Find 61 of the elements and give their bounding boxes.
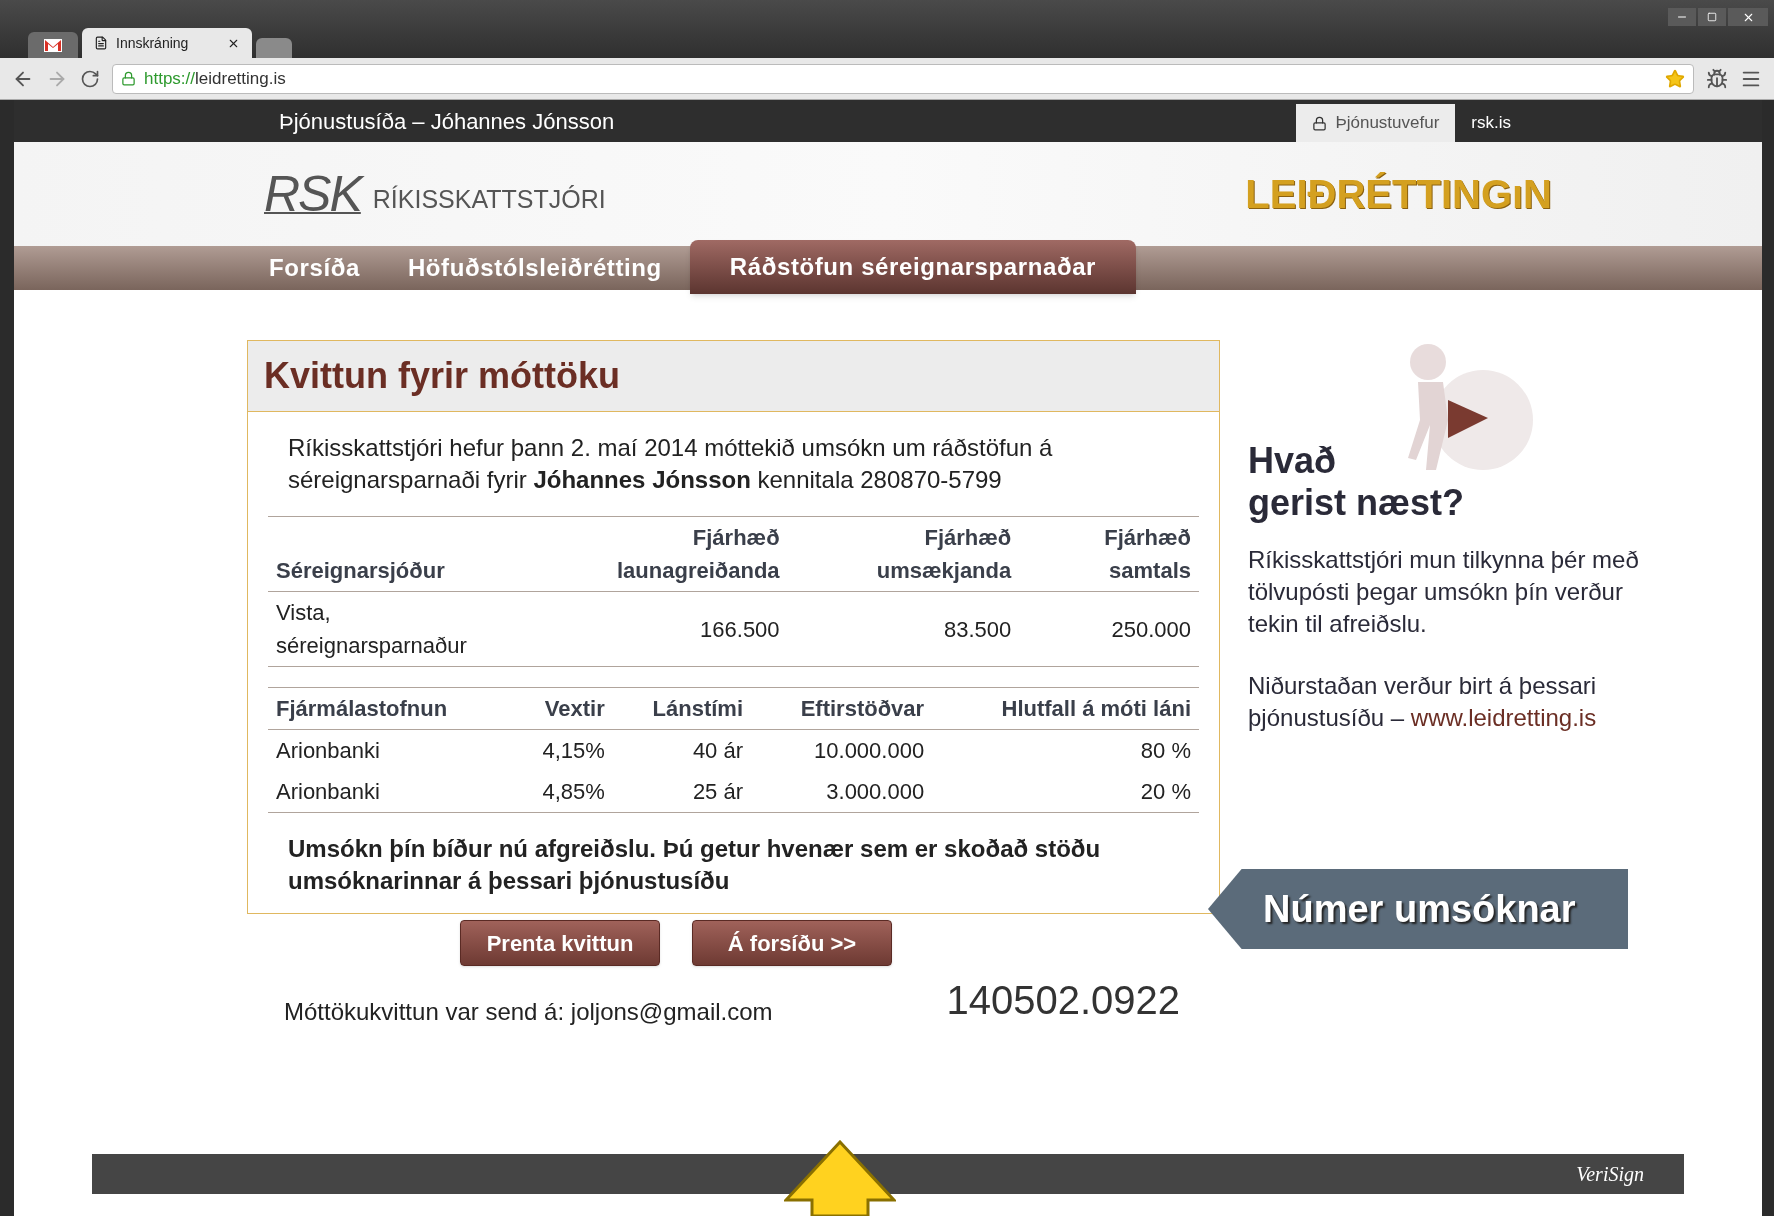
lock-icon xyxy=(1312,115,1328,131)
url-text: https://leidretting.is xyxy=(144,67,286,90)
table-cell: 83.500 xyxy=(787,591,1020,667)
table-cell: Arionbanki xyxy=(268,729,511,771)
tab-title: Innskráning xyxy=(116,33,190,53)
table-cell: Vista, séreignarsparnaður xyxy=(268,591,528,667)
column-header: Fjárhæð samtals xyxy=(1019,516,1199,592)
application-number: 140502.0922 xyxy=(946,977,1180,1024)
table-cell: 166.500 xyxy=(527,591,788,667)
page-icon xyxy=(94,36,108,50)
table-cell: 3.000.000 xyxy=(751,771,933,813)
email-note: Móttökukvittun var send á: joljons@gmail.com xyxy=(284,997,773,1027)
table-cell: 4,15% xyxy=(511,729,613,771)
minimize-button[interactable] xyxy=(1668,8,1696,26)
column-header: Fjárhæð umsækjanda xyxy=(787,516,1020,592)
maximize-button[interactable] xyxy=(1698,8,1726,26)
column-header: Fjárhæð launagreiðanda xyxy=(527,516,788,592)
column-header: Fjármálastofnun xyxy=(268,687,511,730)
intro-text: Ríkisskattstjóri hefur þann 2. maí 2014 móttekið umsókn um ráðstöfun á séreignarsparnaði fyrir Jóhannes Jónsson kennitala 280870-5799 xyxy=(287,433,1054,495)
column-header: Lánstími xyxy=(612,687,752,730)
banner-label: Númer umsóknar xyxy=(1208,869,1628,949)
extension-icon[interactable] xyxy=(1706,67,1728,90)
action-button[interactable]: Prenta kvittun xyxy=(460,920,660,966)
maximize-icon xyxy=(1707,12,1717,22)
site-title: Þjónustusíða – Jóhannes Jónsson xyxy=(279,107,615,136)
card-title: Kvittun fyrir móttöku xyxy=(264,354,621,398)
sidebar-paragraph: Ríkisskattstjóri mun tilkynna þér með tölvupósti þegar umsókn þín verður tekin til afreiðslu. xyxy=(1248,545,1640,639)
lock-icon xyxy=(121,71,136,86)
reload-icon[interactable] xyxy=(80,68,100,89)
nav-tab[interactable]: Ráðstöfun séreignarsparnaðar xyxy=(689,240,1137,294)
table-cell: 250.000 xyxy=(1019,591,1199,667)
brand-logo: LEIÐRÉTTINGıN xyxy=(1245,171,1552,218)
site-link[interactable]: www.leidretting.is xyxy=(1410,704,1597,731)
column-header: Hlutfall á móti láni xyxy=(932,687,1199,730)
footer-brand: VeriSign xyxy=(1576,1162,1644,1188)
table-cell: 4,85% xyxy=(511,771,613,813)
top-link[interactable]: Þjónustuvefur xyxy=(1296,104,1456,142)
table-cell: 40 ár xyxy=(612,729,752,771)
up-arrow-icon xyxy=(784,1140,896,1216)
table-cell: 10.000.000 xyxy=(751,729,933,771)
logo-name: RÍKISSKATTSTJÓRI xyxy=(372,184,606,216)
column-header: Séreignarsjóður xyxy=(268,516,528,592)
browser-tab[interactable] xyxy=(28,32,78,58)
action-button[interactable]: Á forsíðu >> xyxy=(692,920,892,966)
status-notice: Umsókn þín bíður nú afgreiðslu. Þú getur hvenær sem er skoðað stöðu umsóknarinnar á þessari þjónustusíðu xyxy=(287,834,1102,896)
nav-tab[interactable]: Höfuðstólsleiðrétting xyxy=(387,246,682,290)
table-cell: 25 ár xyxy=(612,771,752,813)
table-cell: Arionbanki xyxy=(268,771,511,813)
star-icon[interactable] xyxy=(1665,68,1685,89)
browser-tab[interactable]: Innskráning xyxy=(82,28,252,58)
nav-tab[interactable]: Forsíða xyxy=(249,246,380,290)
sidebar-heading: Hvað gerist næst? xyxy=(1248,440,1466,524)
top-link[interactable]: rsk.is xyxy=(1455,104,1527,142)
address-field[interactable]: https://leidretting.is xyxy=(112,63,1694,94)
sidebar-paragraph: Niðurstaðan verður birt á þessari þjónustusíðu – www.leidretting.is xyxy=(1248,671,1598,733)
column-header: Eftirstöðvar xyxy=(751,687,933,730)
mail-icon xyxy=(44,38,62,52)
close-button[interactable] xyxy=(1728,8,1768,26)
table-cell: 20 % xyxy=(932,771,1199,813)
column-header: Vextir xyxy=(511,687,613,730)
table-cell: 80 % xyxy=(932,729,1199,771)
